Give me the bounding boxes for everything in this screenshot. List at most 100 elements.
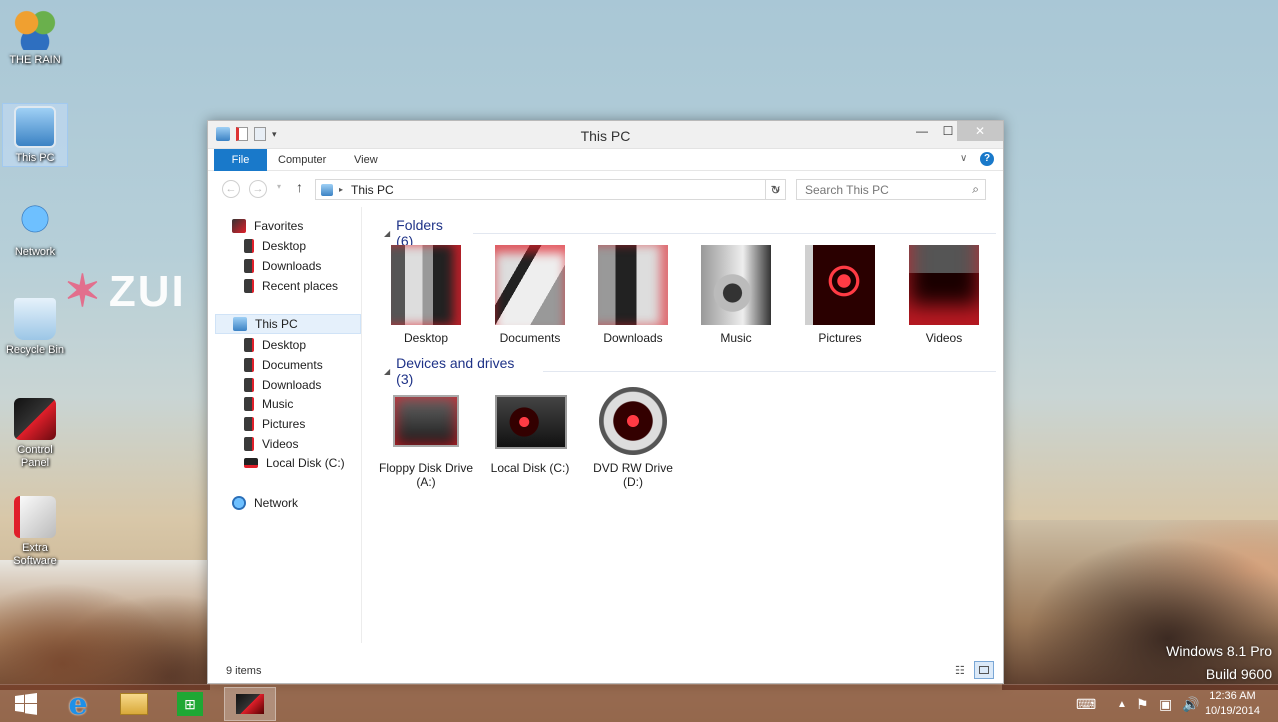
nav-this-pc-music[interactable]: Music xyxy=(244,394,293,414)
minimize-button[interactable]: — xyxy=(908,121,936,141)
desktop-icon-the-rain[interactable]: THE RAIN xyxy=(2,8,68,67)
desktop-icon-extra-software[interactable]: Extra Software xyxy=(2,496,68,568)
file-explorer-icon xyxy=(120,693,148,715)
folder-icon xyxy=(244,279,254,293)
folder-documents[interactable]: Documents xyxy=(482,245,578,345)
nav-this-pc-local-disk[interactable]: Local Disk (C:) xyxy=(244,453,345,473)
explorer-window: ▾ This PC — ☐ ✕ File Computer View ∨ ? ←… xyxy=(207,120,1004,684)
wallpaper-crowd-left xyxy=(0,560,210,690)
network-status-icon[interactable]: ▣ xyxy=(1159,685,1172,722)
computer-icon xyxy=(14,106,56,148)
folder-icon xyxy=(495,245,565,325)
pictures-icon xyxy=(805,245,875,325)
large-icons-icon xyxy=(979,666,989,674)
close-button[interactable]: ✕ xyxy=(957,121,1003,141)
expand-ribbon-icon[interactable]: ∨ xyxy=(960,153,967,164)
nav-this-pc-downloads[interactable]: Downloads xyxy=(244,375,321,395)
group-divider xyxy=(542,370,996,372)
desktop-icon-control-panel[interactable]: Control Panel xyxy=(2,398,68,470)
drive-local-disk-c[interactable]: Local Disk (C:) xyxy=(482,385,578,475)
folder-icon xyxy=(598,245,668,325)
computer-small-icon xyxy=(321,183,333,196)
start-button[interactable] xyxy=(0,687,52,721)
folder-icon xyxy=(244,259,254,273)
search-icon: ⌕ xyxy=(972,182,979,196)
nav-favorites-desktop[interactable]: Desktop xyxy=(244,236,306,256)
forward-button[interactable]: → xyxy=(249,180,267,198)
folder-pictures[interactable]: Pictures xyxy=(792,245,888,345)
group-header-devices[interactable]: ◢ Devices and drives (3) xyxy=(384,355,996,387)
refresh-button[interactable]: ↻ xyxy=(765,179,786,200)
desktop-icon-this-pc[interactable]: This PC xyxy=(2,103,68,167)
taskbar-store[interactable]: ⊞ xyxy=(164,687,216,721)
tab-computer[interactable]: Computer xyxy=(266,149,338,171)
folder-desktop[interactable]: Desktop xyxy=(378,245,474,345)
nav-favorites[interactable]: Favorites xyxy=(232,216,303,236)
action-center-icon[interactable]: ⚑ xyxy=(1136,685,1149,722)
wallpaper-crowd-right xyxy=(1002,520,1278,690)
folder-icon xyxy=(244,239,254,253)
drive-dvd-rw-d[interactable]: DVD RW Drive (D:) xyxy=(585,385,681,489)
back-button[interactable]: ← xyxy=(222,180,240,198)
show-hidden-icons[interactable]: ▲ xyxy=(1117,685,1127,722)
taskbar-internet-explorer[interactable]: e xyxy=(52,687,104,722)
nav-this-pc-pictures[interactable]: Pictures xyxy=(244,414,305,434)
clock-time: 12:36 AM xyxy=(1209,690,1256,702)
folder-music[interactable]: Music xyxy=(688,245,784,345)
folder-icon xyxy=(244,338,254,352)
drive-floppy-a[interactable]: Floppy Disk Drive (A:) xyxy=(378,385,474,489)
folder-videos[interactable]: Videos xyxy=(896,245,992,345)
users-icon xyxy=(14,8,56,50)
breadcrumb-this-pc[interactable]: This PC xyxy=(351,183,394,197)
folder-downloads[interactable]: Downloads xyxy=(585,245,681,345)
search-input[interactable]: Search This PC ⌕ xyxy=(796,179,986,200)
help-icon[interactable]: ? xyxy=(980,152,994,166)
network-icon xyxy=(14,200,56,242)
folder-icon xyxy=(244,378,254,392)
nav-this-pc-documents[interactable]: Documents xyxy=(244,355,323,375)
volume-icon[interactable]: 🔊 xyxy=(1182,685,1199,722)
details-view-button[interactable]: ☷ xyxy=(954,663,970,677)
recycle-bin-icon xyxy=(14,298,56,340)
desktop-icon-network[interactable]: Network xyxy=(2,200,68,259)
nav-this-pc-desktop[interactable]: Desktop xyxy=(244,335,306,355)
navigation-pane: Favorites Desktop Downloads Recent place… xyxy=(214,207,362,643)
store-icon: ⊞ xyxy=(177,692,203,716)
group-divider xyxy=(473,232,996,234)
large-icons-view-button[interactable] xyxy=(974,661,994,679)
address-bar[interactable]: ▸ This PC ∨ xyxy=(315,179,786,200)
taskbar-file-explorer[interactable] xyxy=(108,687,160,721)
speaker-icon xyxy=(701,245,771,325)
zune-logo: ✶ ZUI xyxy=(64,267,186,316)
collapse-icon: ◢ xyxy=(384,366,391,376)
taskbar-clock[interactable]: 12:36 AM 10/19/2014 xyxy=(1205,689,1260,719)
tab-file[interactable]: File xyxy=(214,149,267,171)
content-pane: ◢ Folders (6) Desktop Documents Download… xyxy=(368,207,996,647)
collapse-icon: ◢ xyxy=(384,228,391,238)
desktop-icon-recycle-bin[interactable]: Recycle Bin xyxy=(2,298,68,357)
title-bar[interactable]: ▾ This PC — ☐ ✕ xyxy=(208,121,1003,149)
folder-icon xyxy=(244,397,254,411)
drive-icon xyxy=(244,458,258,468)
up-button[interactable]: ↑ xyxy=(296,179,303,195)
clock-date: 10/19/2014 xyxy=(1204,705,1260,717)
dvd-drive-icon xyxy=(598,385,668,455)
network-icon xyxy=(232,496,246,510)
nav-favorites-recent-places[interactable]: Recent places xyxy=(244,276,338,296)
videos-icon xyxy=(909,245,979,325)
taskbar-this-pc-window[interactable] xyxy=(224,687,276,721)
tab-view[interactable]: View xyxy=(342,149,390,171)
nav-network[interactable]: Network xyxy=(232,493,298,513)
folder-icon xyxy=(391,245,461,325)
ribbon-tabs: File Computer View ∨ ? xyxy=(208,149,1003,171)
nav-this-pc[interactable]: This PC xyxy=(215,314,361,334)
window-title: This PC xyxy=(580,128,631,144)
nav-this-pc-videos[interactable]: Videos xyxy=(244,434,298,454)
recent-locations-icon[interactable]: ▾ xyxy=(277,182,281,191)
item-count: 9 items xyxy=(226,665,262,677)
nav-favorites-downloads[interactable]: Downloads xyxy=(244,256,321,276)
address-row: ← → ▾ ↑ ▸ This PC ∨ ↻ Search This PC ⌕ xyxy=(208,171,1003,205)
computer-icon xyxy=(233,317,247,331)
control-panel-icon xyxy=(14,398,56,440)
touch-keyboard-icon[interactable]: ⌨ xyxy=(1076,685,1096,722)
